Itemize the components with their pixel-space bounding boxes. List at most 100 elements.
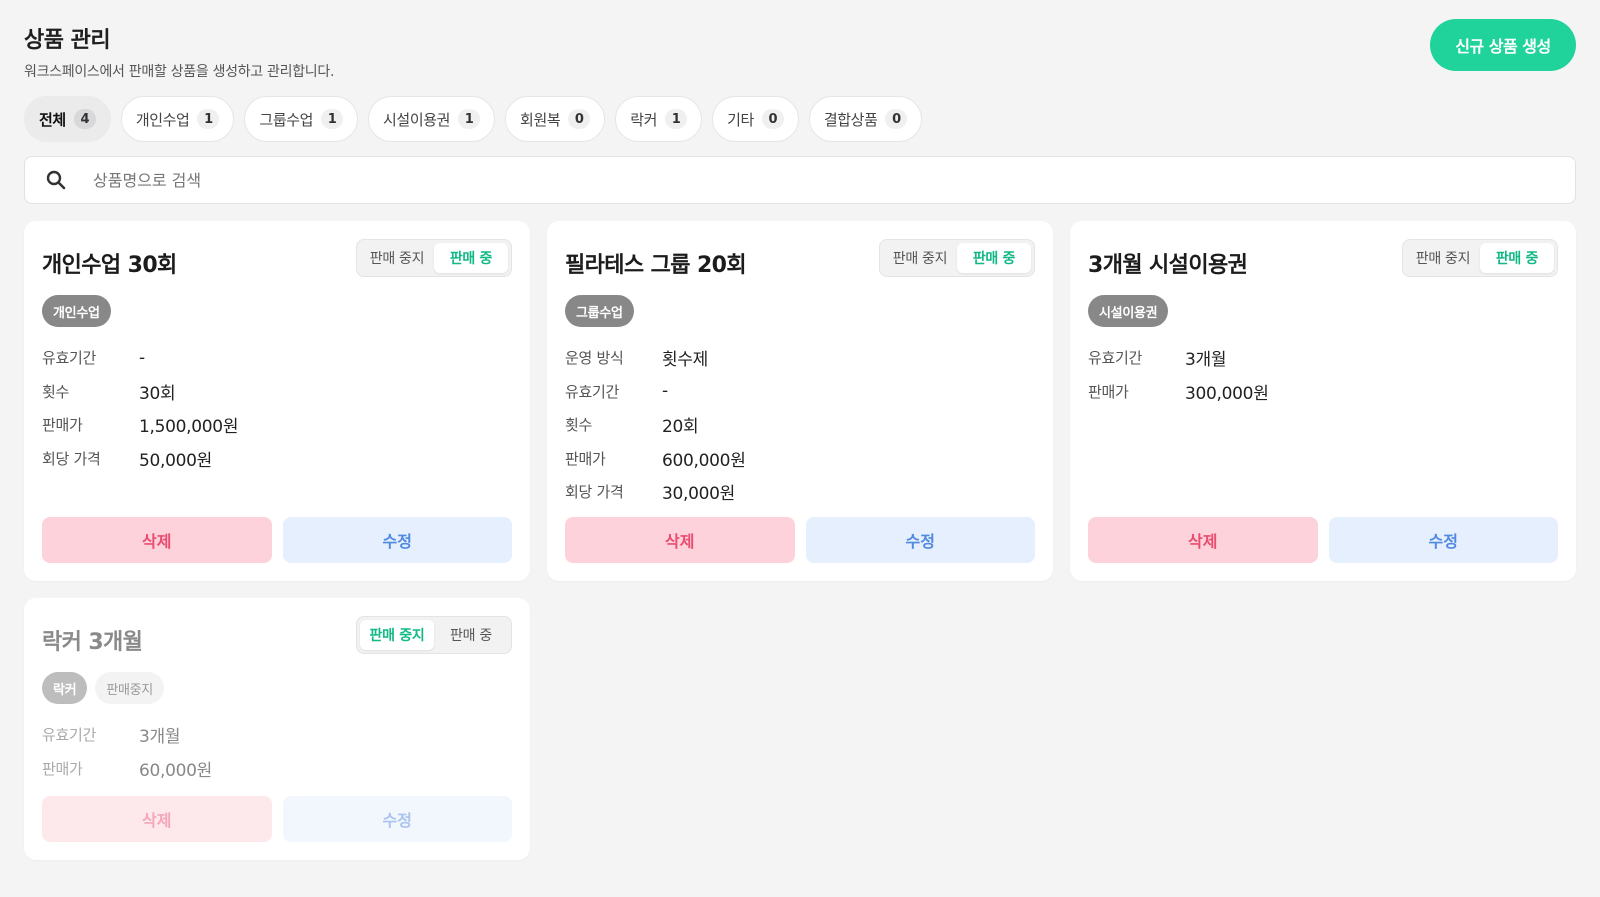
tab-label: 개인수업 (135, 110, 190, 129)
page-title: 상품 관리 (24, 28, 111, 53)
card-actions: 삭제 수정 (42, 796, 512, 842)
tab-label: 시설이용권 (383, 110, 451, 129)
detail-row: 회당 가격 30,000원 (565, 475, 1035, 509)
card-actions: 삭제 수정 (42, 517, 512, 563)
product-card: 필라테스 그룹 20회 판매 중지 판매 중 그룹수업 운영 방식 횟수제 유효기… (547, 221, 1053, 581)
sale-status-toggle[interactable]: 판매 중지 판매 중 (879, 239, 1035, 277)
detail-value: - (662, 381, 668, 402)
toggle-stop-sale[interactable]: 판매 중지 (883, 243, 957, 273)
detail-row: 유효기간 3개월 (42, 718, 512, 752)
detail-label: 회당 가격 (565, 483, 624, 502)
detail-row: 운영 방식 횟수제 (565, 341, 1035, 375)
tab-uniform[interactable]: 회원복 0 (505, 96, 606, 142)
delete-button[interactable]: 삭제 (565, 517, 795, 563)
toggle-on-sale[interactable]: 판매 중 (434, 243, 508, 273)
tab-locker[interactable]: 락커 1 (615, 96, 703, 142)
search-icon[interactable] (45, 169, 67, 191)
tab-all[interactable]: 전체 4 (24, 96, 111, 142)
delete-button[interactable]: 삭제 (42, 517, 272, 563)
tab-count: 0 (761, 109, 784, 129)
product-tags: 락커 판매중지 (42, 672, 512, 704)
toggle-on-sale[interactable]: 판매 중 (434, 620, 508, 650)
detail-label: 유효기간 (42, 349, 97, 368)
page-header: 상품 관리 워크스페이스에서 판매할 상품을 생성하고 관리합니다. 신규 상품… (24, 0, 1576, 96)
tab-label: 회원복 (520, 110, 561, 129)
delete-button[interactable]: 삭제 (42, 796, 272, 842)
sale-status-toggle[interactable]: 판매 중지 판매 중 (356, 239, 512, 277)
product-tags: 시설이용권 (1088, 295, 1558, 327)
toggle-stop-sale[interactable]: 판매 중지 (360, 620, 434, 650)
detail-label: 운영 방식 (565, 349, 624, 368)
search-bar (24, 156, 1576, 204)
product-details: 운영 방식 횟수제 유효기간 - 횟수 20회 판매가 600,000원 회당 가격 30… (565, 341, 1035, 509)
edit-button[interactable]: 수정 (282, 517, 512, 563)
detail-label: 회당 가격 (42, 449, 101, 468)
sale-status-toggle[interactable]: 판매 중지 판매 중 (356, 616, 512, 654)
product-card: 락커 3개월 판매 중지 판매 중 락커 판매중지 유효기간 3개월 판매가 60,… (24, 598, 530, 860)
detail-label: 판매가 (565, 449, 606, 468)
detail-row: 판매가 600,000원 (565, 442, 1035, 476)
tab-count: 1 (197, 109, 220, 129)
detail-value: 50,000원 (139, 450, 213, 471)
tab-label: 기타 (727, 110, 754, 129)
detail-row: 유효기간 - (42, 341, 512, 375)
toggle-on-sale[interactable]: 판매 중 (1480, 243, 1554, 273)
tab-personal-lesson[interactable]: 개인수업 1 (120, 96, 235, 142)
detail-label: 유효기간 (42, 726, 97, 745)
tab-label: 전체 (39, 110, 66, 129)
tab-count: 0 (568, 109, 591, 129)
product-grid: 개인수업 30회 판매 중지 판매 중 개인수업 유효기간 - 횟수 30회 판매가… (24, 221, 1576, 860)
detail-value: 300,000원 (1185, 383, 1269, 404)
tab-facility-pass[interactable]: 시설이용권 1 (368, 96, 496, 142)
tab-group-lesson[interactable]: 그룹수업 1 (244, 96, 359, 142)
card-actions: 삭제 수정 (1088, 517, 1558, 563)
detail-value: 30회 (139, 383, 176, 404)
detail-label: 판매가 (42, 759, 83, 778)
tab-label: 결합상품 (823, 110, 878, 129)
edit-button[interactable]: 수정 (1328, 517, 1558, 563)
detail-row: 판매가 300,000원 (1088, 375, 1558, 409)
detail-label: 횟수 (42, 382, 70, 401)
detail-value: 3개월 (1185, 350, 1227, 371)
detail-label: 횟수 (565, 416, 593, 435)
detail-value: - (139, 347, 145, 368)
detail-value: 20회 (662, 417, 699, 438)
toggle-on-sale[interactable]: 판매 중 (957, 243, 1031, 273)
detail-value: 3개월 (139, 727, 181, 748)
delete-button[interactable]: 삭제 (1088, 517, 1318, 563)
tab-count: 1 (665, 109, 688, 129)
detail-value: 횟수제 (662, 350, 709, 371)
category-tabs: 전체 4 개인수업 1 그룹수업 1 시설이용권 1 회원복 0 락커 1 기타… (24, 96, 1576, 142)
product-card: 3개월 시설이용권 판매 중지 판매 중 시설이용권 유효기간 3개월 판매가 30… (1070, 221, 1576, 581)
edit-button[interactable]: 수정 (805, 517, 1035, 563)
tab-count: 0 (885, 109, 908, 129)
detail-label: 유효기간 (565, 382, 620, 401)
product-tags: 개인수업 (42, 295, 512, 327)
edit-button[interactable]: 수정 (282, 796, 512, 842)
tab-other[interactable]: 기타 0 (712, 96, 799, 142)
product-details: 유효기간 - 횟수 30회 판매가 1,500,000원 회당 가격 50,000원 (42, 341, 512, 475)
detail-row: 횟수 20회 (565, 408, 1035, 442)
toggle-stop-sale[interactable]: 판매 중지 (360, 243, 434, 273)
detail-value: 60,000원 (139, 760, 213, 781)
product-card: 개인수업 30회 판매 중지 판매 중 개인수업 유효기간 - 횟수 30회 판매가… (24, 221, 530, 581)
detail-row: 판매가 1,500,000원 (42, 408, 512, 442)
detail-row: 횟수 30회 (42, 375, 512, 409)
detail-value: 1,500,000원 (139, 417, 239, 438)
create-product-button[interactable]: 신규 상품 생성 (1430, 19, 1576, 71)
product-tags: 그룹수업 (565, 295, 1035, 327)
detail-row: 판매가 60,000원 (42, 752, 512, 786)
sale-status-toggle[interactable]: 판매 중지 판매 중 (1402, 239, 1558, 277)
toggle-stop-sale[interactable]: 판매 중지 (1406, 243, 1480, 273)
tab-count: 1 (458, 109, 481, 129)
product-details: 유효기간 3개월 판매가 60,000원 (42, 718, 512, 785)
detail-value: 30,000원 (662, 484, 736, 505)
tab-count: 4 (73, 109, 96, 129)
status-badge: 판매중지 (95, 672, 164, 704)
category-tag: 시설이용권 (1088, 295, 1169, 327)
detail-value: 600,000원 (662, 450, 746, 471)
detail-label: 판매가 (1088, 382, 1129, 401)
search-input[interactable] (93, 157, 1575, 203)
tab-bundle[interactable]: 결합상품 0 (808, 96, 923, 142)
category-tag: 락커 (42, 672, 88, 704)
